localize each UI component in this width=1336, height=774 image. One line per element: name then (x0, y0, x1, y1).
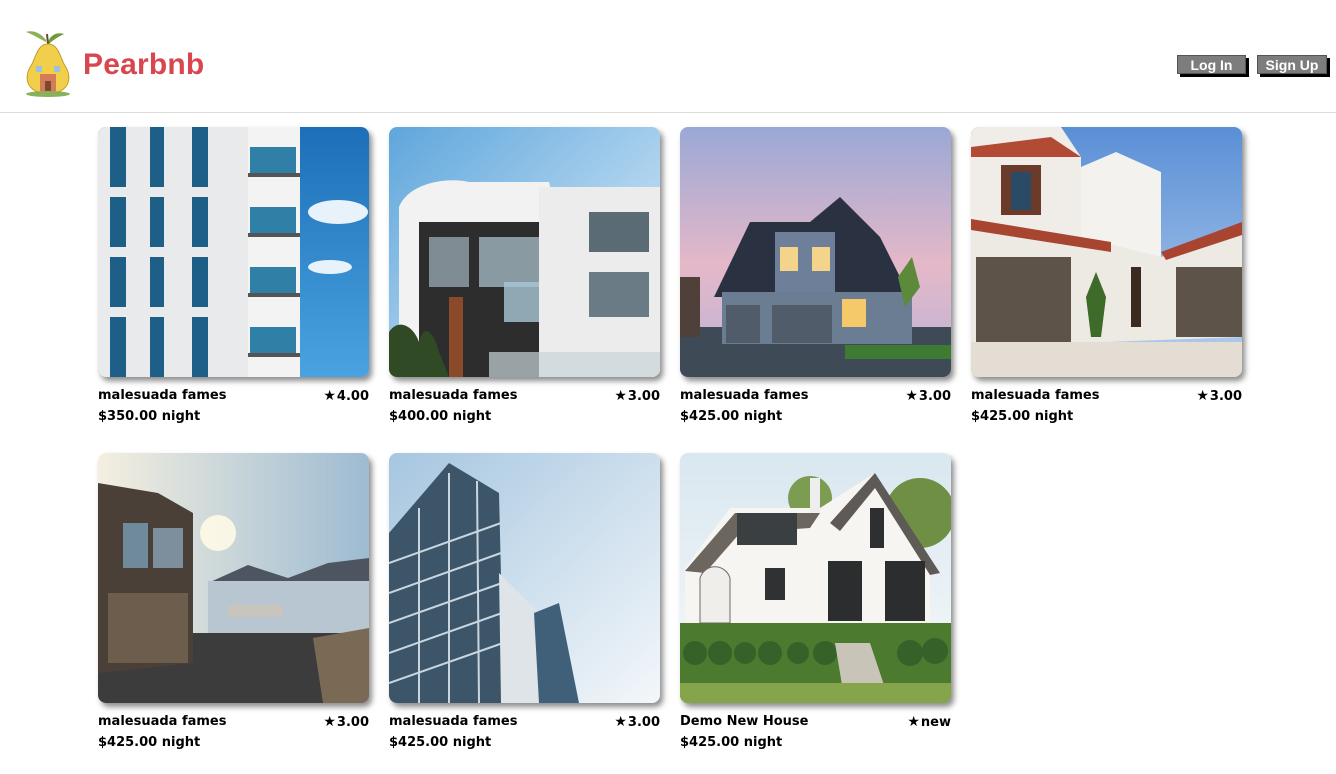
listing-title[interactable]: malesuada fames (971, 388, 1100, 403)
listing-rating: ★3.00 (614, 714, 660, 730)
listing-photo[interactable] (389, 453, 660, 703)
star-icon: ★ (323, 714, 336, 730)
listing-rating: ★3.00 (1196, 388, 1242, 404)
listing-photo[interactable] (680, 127, 951, 377)
white-cottage-image (680, 453, 951, 703)
listing-price: $425.00 night (389, 735, 492, 750)
rating-value: 3.00 (627, 389, 660, 404)
listing-price: $425.00 night (680, 735, 783, 750)
listing-photo[interactable] (98, 127, 369, 377)
listing-title[interactable]: malesuada fames (389, 388, 518, 403)
listing-title[interactable]: malesuada fames (680, 388, 809, 403)
stucco-villa-image (971, 127, 1242, 377)
listing-photo[interactable] (389, 127, 660, 377)
star-icon: ★ (614, 388, 627, 404)
listing-rating: ★4.00 (323, 388, 369, 404)
star-icon: ★ (1196, 388, 1209, 404)
listing-price: $425.00 night (971, 409, 1074, 424)
modern-glass-house-image (389, 127, 660, 377)
listing-rating: ★3.00 (323, 714, 369, 730)
listing-price: $425.00 night (98, 735, 201, 750)
rating-value: 3.00 (336, 715, 369, 730)
rating-value: new (920, 715, 951, 730)
glass-skyscraper-image (389, 453, 660, 703)
login-button[interactable]: Log In (1177, 55, 1246, 74)
listing-photo[interactable] (98, 453, 369, 703)
listing-price: $400.00 night (389, 409, 492, 424)
stone-house-lake-image (98, 453, 369, 703)
listing-title[interactable]: Demo New House (680, 714, 808, 729)
rating-value: 3.00 (918, 389, 951, 404)
listing-title[interactable]: malesuada fames (98, 714, 227, 729)
listing-title[interactable]: malesuada fames (98, 388, 227, 403)
listing-title[interactable]: malesuada fames (389, 714, 518, 729)
site-header: Pearbnb Log In Sign Up (0, 0, 1336, 113)
star-icon: ★ (614, 714, 627, 730)
listing-photo[interactable] (680, 453, 951, 703)
listing-rating: ★3.00 (905, 388, 951, 404)
brand-name[interactable]: Pearbnb (83, 48, 204, 82)
rating-value: 3.00 (1209, 389, 1242, 404)
rating-value: 4.00 (336, 389, 369, 404)
listing-photo[interactable] (971, 127, 1242, 377)
pear-house-logo-icon[interactable] (18, 26, 78, 98)
white-apartment-tower-image (98, 127, 369, 377)
rating-value: 3.00 (627, 715, 660, 730)
listing-price: $350.00 night (98, 409, 201, 424)
signup-button[interactable]: Sign Up (1257, 55, 1327, 74)
listing-price: $425.00 night (680, 409, 783, 424)
star-icon: ★ (323, 388, 336, 404)
suburban-house-dusk-image (680, 127, 951, 377)
star-icon: ★ (907, 714, 920, 730)
star-icon: ★ (905, 388, 918, 404)
listing-rating: ★new (907, 714, 951, 730)
listing-rating: ★3.00 (614, 388, 660, 404)
